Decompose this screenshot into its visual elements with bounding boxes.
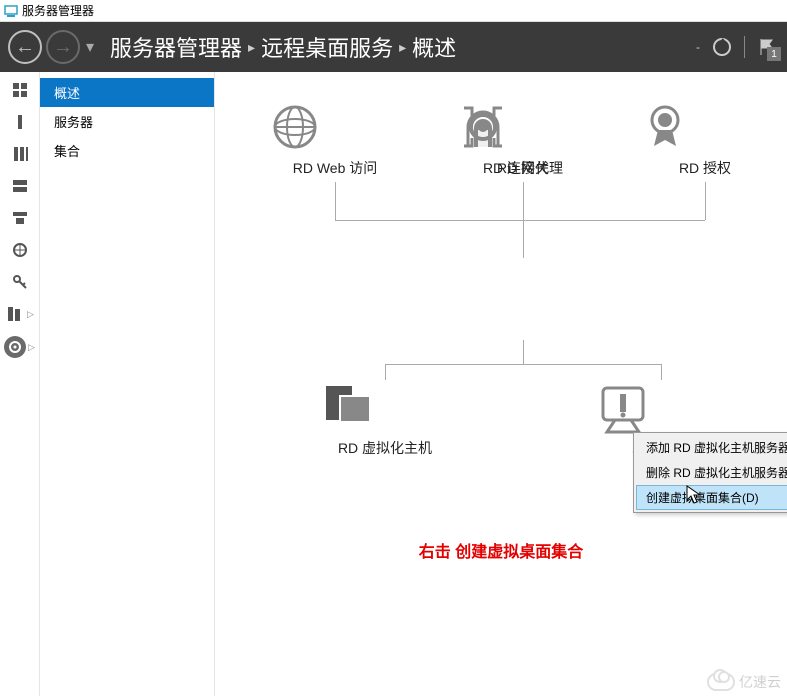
chevron-right-icon: ▷	[27, 309, 34, 320]
refresh-icon	[711, 36, 733, 58]
session-host-icon	[595, 382, 725, 438]
watermark: 亿速云	[707, 672, 781, 692]
sidebar-item-servers[interactable]: 服务器	[40, 107, 214, 136]
icon-rail: ▷ ▷	[0, 72, 40, 696]
dash-indicator: -	[696, 40, 700, 54]
broker-icon	[458, 102, 588, 152]
chevron-right-icon: ▸	[399, 39, 406, 56]
dashboard-icon[interactable]	[10, 80, 30, 100]
connector-line	[523, 220, 524, 258]
rds-icon[interactable]	[4, 336, 26, 358]
servers-group-icon[interactable]	[5, 304, 25, 324]
notifications-button[interactable]: 1	[755, 35, 779, 59]
sidebar: 概述 服务器 集合	[40, 72, 215, 696]
window-title: 服务器管理器	[22, 2, 94, 19]
vhost-icon	[320, 382, 450, 432]
node-label: RD 授权	[640, 158, 770, 178]
arrow-right-icon: →	[53, 37, 73, 57]
role-icon-2[interactable]	[10, 208, 30, 228]
breadcrumb-page[interactable]: 概述	[412, 31, 456, 63]
titlebar: 服务器管理器	[0, 0, 787, 22]
node-label: RD 虚拟化主机	[320, 438, 450, 458]
deployment-diagram: RD Web 访问 RD 网关 RD 授权	[215, 102, 787, 662]
refresh-button[interactable]	[710, 35, 734, 59]
main-content: RD Web 访问 RD 网关 RD 授权	[215, 72, 787, 696]
iis-icon[interactable]	[10, 240, 30, 260]
award-icon	[640, 102, 770, 152]
key-icon[interactable]	[10, 272, 30, 292]
globe-icon	[270, 102, 400, 152]
chevron-right-icon: ▸	[248, 39, 255, 56]
app-icon	[4, 4, 18, 18]
connector-line	[661, 364, 662, 380]
connector-line	[335, 182, 336, 220]
node-rd-connection-broker[interactable]: RD 连接代理	[458, 102, 588, 178]
forward-button[interactable]: →	[46, 30, 80, 64]
watermark-text: 亿速云	[739, 672, 781, 692]
connector-line	[385, 364, 661, 365]
divider	[744, 36, 745, 58]
back-button[interactable]: ←	[8, 30, 42, 64]
nav-dropdown-indicator[interactable]: ▾	[86, 37, 94, 57]
node-label: RD 连接代理	[458, 158, 588, 178]
menu-item-add-vhost[interactable]: 添加 RD 虚拟化主机服务器(V)	[636, 435, 787, 460]
body: ▷ ▷ 概述 服务器 集合 RD Web 访问 RD 网关	[0, 72, 787, 696]
cloud-icon	[707, 673, 735, 691]
header-toolbar: ← → ▾ 服务器管理器 ▸ 远程桌面服务 ▸ 概述 - 1	[0, 22, 787, 72]
breadcrumb-root[interactable]: 服务器管理器	[110, 31, 242, 63]
local-server-icon[interactable]	[10, 112, 30, 132]
connector-line	[523, 182, 524, 220]
chevron-right-icon: ▷	[28, 342, 35, 353]
instruction-text: 右击 创建虚拟桌面集合	[215, 538, 787, 562]
role-icon-1[interactable]	[10, 176, 30, 196]
menu-item-create-collection[interactable]: 创建虚拟桌面集合(D)	[636, 485, 787, 510]
menu-item-remove-vhost[interactable]: 删除 RD 虚拟化主机服务器(U)	[636, 460, 787, 485]
sidebar-item-overview[interactable]: 概述	[40, 78, 214, 107]
node-label: RD Web 访问	[270, 158, 400, 178]
node-rd-licensing[interactable]: RD 授权	[640, 102, 770, 178]
breadcrumb-section[interactable]: 远程桌面服务	[261, 31, 393, 63]
node-rd-web[interactable]: RD Web 访问	[270, 102, 400, 178]
breadcrumb: 服务器管理器 ▸ 远程桌面服务 ▸ 概述	[110, 31, 456, 63]
connector-line	[335, 220, 705, 221]
connector-line	[705, 182, 706, 220]
cursor-icon	[686, 485, 702, 505]
connector-line	[523, 340, 524, 364]
connector-line	[385, 364, 386, 380]
all-servers-icon[interactable]	[10, 144, 30, 164]
context-menu: 添加 RD 虚拟化主机服务器(V) 删除 RD 虚拟化主机服务器(U) 创建虚拟…	[633, 432, 787, 513]
notifications-count: 1	[767, 47, 781, 61]
arrow-left-icon: ←	[15, 37, 35, 57]
node-rd-virtualization-host[interactable]: RD 虚拟化主机	[320, 382, 450, 458]
sidebar-item-collections[interactable]: 集合	[40, 136, 214, 165]
